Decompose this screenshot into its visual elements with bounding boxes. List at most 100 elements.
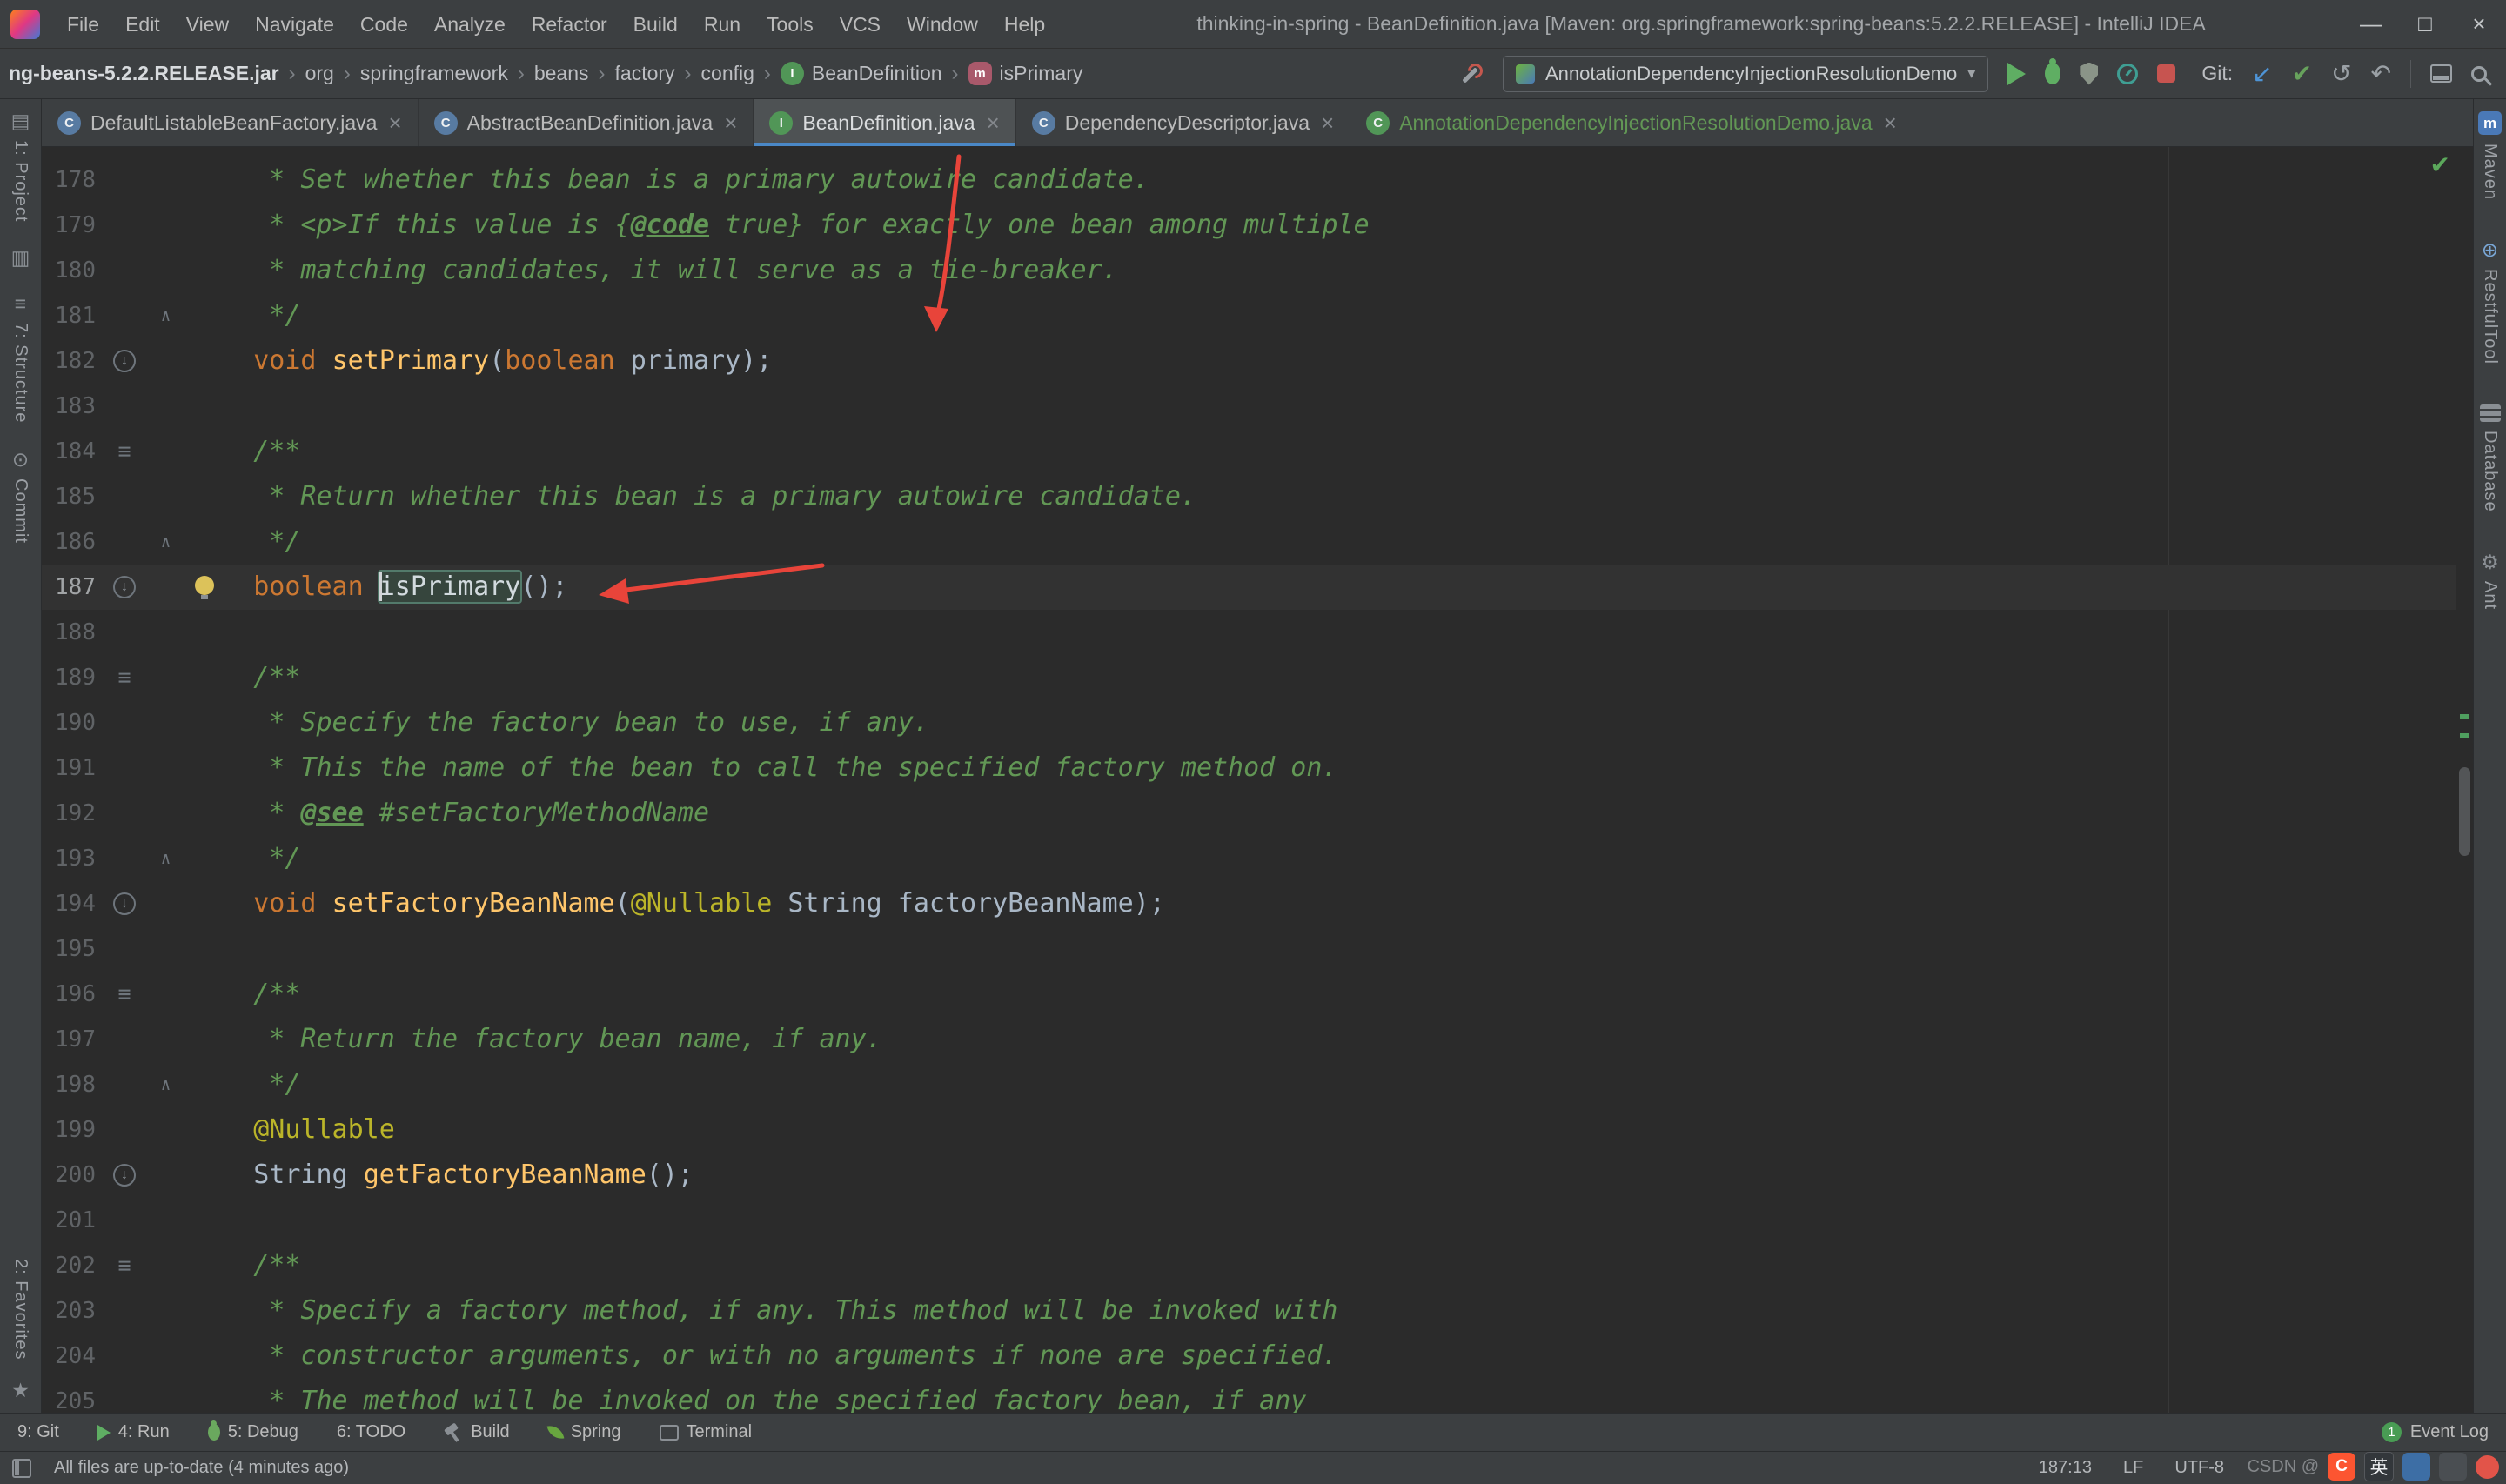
code-editor[interactable]: 178 * Set whether this bean is a primary… <box>42 147 2473 1413</box>
close-tab-icon[interactable] <box>987 110 1000 137</box>
code-text[interactable]: void setFactoryBeanName(@Nullable String… <box>185 881 2473 926</box>
code-text[interactable]: * Return whether this bean is a primary … <box>185 474 2473 519</box>
tool-button-spring[interactable]: Spring <box>546 1422 621 1442</box>
intention-bulb-icon[interactable] <box>195 576 214 599</box>
code-text[interactable]: /** <box>185 1243 2473 1288</box>
code-text[interactable]: */ <box>185 836 2473 881</box>
git-history-icon[interactable] <box>2331 62 2351 86</box>
code-text[interactable] <box>185 610 2473 655</box>
code-text[interactable]: */ <box>185 1062 2473 1107</box>
tool-button-folder[interactable] <box>11 248 30 268</box>
encoding-widget[interactable]: UTF-8 <box>2174 1458 2224 1478</box>
tab-annotationdependencyinjectionresolutiondemo-java[interactable]: C AnnotationDependencyInjectionResolution… <box>1350 99 1913 146</box>
code-line-185[interactable]: 185 * Return whether this bean is a prim… <box>42 474 2473 519</box>
code-text[interactable]: * The method will be invoked on the spec… <box>185 1379 2473 1413</box>
close-tab-icon[interactable] <box>1884 110 1897 137</box>
debug-button[interactable] <box>2045 58 2061 84</box>
fold-comment-icon[interactable] <box>117 972 131 1017</box>
coverage-button[interactable] <box>2080 62 2099 85</box>
code-text[interactable]: /** <box>185 972 2473 1017</box>
breadcrumb-item-beans[interactable]: beans <box>533 62 591 85</box>
tool-button-commit[interactable]: Commit <box>10 450 30 544</box>
code-text[interactable]: @Nullable <box>185 1107 2473 1153</box>
code-line-180[interactable]: 180 * matching candidates, it will serve… <box>42 248 2473 293</box>
maximize-button[interactable]: □ <box>2398 0 2452 49</box>
code-line-182[interactable]: 182 void setPrimary(boolean primary); <box>42 338 2473 384</box>
code-text[interactable]: /** <box>185 429 2473 474</box>
search-everywhere-icon[interactable] <box>2471 65 2487 82</box>
fold-end-icon[interactable] <box>161 293 171 338</box>
tool-button-maven[interactable]: Maven <box>2478 111 2502 200</box>
code-line-196[interactable]: 196 /** <box>42 972 2473 1017</box>
hide-windows-icon[interactable] <box>2430 64 2452 83</box>
code-text[interactable]: * @see #setFactoryMethodName <box>185 791 2473 836</box>
tool-button-build[interactable]: Build <box>444 1422 509 1442</box>
tab-beandefinition-java[interactable]: I BeanDefinition.java <box>754 99 1016 146</box>
code-line-203[interactable]: 203 * Specify a factory method, if any. … <box>42 1288 2473 1334</box>
tool-button-star[interactable] <box>11 1380 30 1400</box>
git-rollback-icon[interactable] <box>2371 62 2391 86</box>
tool-button-5-debug[interactable]: 5: Debug <box>207 1420 298 1442</box>
code-line-204[interactable]: 204 * constructor arguments, or with no … <box>42 1334 2473 1379</box>
close-button[interactable]: × <box>2452 0 2506 49</box>
editor-scrollbar[interactable] <box>2456 147 2473 1413</box>
code-line-183[interactable]: 183 <box>42 384 2473 429</box>
code-text[interactable]: */ <box>185 293 2473 338</box>
code-line-186[interactable]: 186 */ <box>42 519 2473 565</box>
code-text[interactable]: boolean isPrimary(); <box>185 565 2473 610</box>
code-line-187[interactable]: 187 boolean isPrimary(); <box>42 565 2473 610</box>
code-text[interactable]: * Specify the factory bean to use, if an… <box>185 700 2473 745</box>
menu-analyze[interactable]: Analyze <box>421 0 519 49</box>
code-line-179[interactable]: 179 * <p>If this value is {@code true} f… <box>42 203 2473 248</box>
code-line-178[interactable]: 178 * Set whether this bean is a primary… <box>42 157 2473 203</box>
menu-window[interactable]: Window <box>894 0 991 49</box>
code-text[interactable]: * Specify a factory method, if any. This… <box>185 1288 2473 1334</box>
fold-end-icon[interactable] <box>161 836 171 881</box>
stop-button[interactable] <box>2157 64 2176 83</box>
tool-button-1-project[interactable]: 1: Project <box>10 111 30 222</box>
fold-comment-icon[interactable] <box>117 429 131 474</box>
code-line-191[interactable]: 191 * This the name of the bean to call … <box>42 745 2473 791</box>
code-text[interactable]: * <p>If this value is {@code true} for e… <box>185 203 2473 248</box>
code-line-192[interactable]: 192 * @see #setFactoryMethodName <box>42 791 2473 836</box>
tool-button-4-run[interactable]: 4: Run <box>97 1422 170 1442</box>
code-text[interactable]: * Set whether this bean is a primary aut… <box>185 157 2473 203</box>
code-text[interactable]: String getFactoryBeanName(); <box>185 1153 2473 1198</box>
code-text[interactable]: void setPrimary(boolean primary); <box>185 338 2473 384</box>
code-line-184[interactable]: 184 /** <box>42 429 2473 474</box>
wrench-icon[interactable] <box>1459 62 1484 86</box>
tool-button-ant[interactable]: Ant <box>2480 552 2500 610</box>
tab-dependencydescriptor-java[interactable]: C DependencyDescriptor.java <box>1016 99 1351 146</box>
menu-file[interactable]: File <box>54 0 112 49</box>
code-line-189[interactable]: 189 /** <box>42 655 2473 700</box>
code-text[interactable] <box>185 926 2473 972</box>
run-configuration-select[interactable]: AnnotationDependencyInjectionResolutionD… <box>1502 55 1989 92</box>
breadcrumb-item-config[interactable]: config <box>700 62 756 85</box>
tool-button-6-todo[interactable]: 6: TODO <box>337 1422 405 1442</box>
line-ending-widget[interactable]: LF <box>2123 1458 2143 1478</box>
close-tab-icon[interactable] <box>724 110 737 137</box>
tool-button-database[interactable]: Database <box>2479 404 2501 512</box>
code-text[interactable]: */ <box>185 519 2473 565</box>
menu-tools[interactable]: Tools <box>754 0 827 49</box>
tool-button-terminal[interactable]: Terminal <box>659 1422 752 1442</box>
code-line-198[interactable]: 198 */ <box>42 1062 2473 1107</box>
code-text[interactable]: * This the name of the bean to call the … <box>185 745 2473 791</box>
fold-end-icon[interactable] <box>161 1062 171 1107</box>
menu-run[interactable]: Run <box>691 0 754 49</box>
minimize-button[interactable]: — <box>2344 0 2398 49</box>
run-button[interactable] <box>2007 62 2027 85</box>
code-text[interactable]: * Return the factory bean name, if any. <box>185 1017 2473 1062</box>
code-line-200[interactable]: 200 String getFactoryBeanName(); <box>42 1153 2473 1198</box>
tool-button-2-favorites[interactable]: 2: Favorites <box>10 1259 30 1360</box>
git-commit-icon[interactable] <box>2292 62 2312 86</box>
breadcrumb-item-factory[interactable]: factory <box>613 62 677 85</box>
breadcrumb-item-org[interactable]: org <box>304 62 336 85</box>
breadcrumb-item-springframework[interactable]: springframework <box>358 62 510 85</box>
code-line-181[interactable]: 181 */ <box>42 293 2473 338</box>
breadcrumb-item-isprimary[interactable]: m isPrimary <box>967 62 1085 85</box>
breadcrumb-item-ng-beans-5-2-2-release-jar[interactable]: ng-beans-5.2.2.RELEASE.jar <box>7 62 281 85</box>
menu-edit[interactable]: Edit <box>112 0 173 49</box>
code-text[interactable]: * matching candidates, it will serve as … <box>185 248 2473 293</box>
menu-navigate[interactable]: Navigate <box>242 0 347 49</box>
